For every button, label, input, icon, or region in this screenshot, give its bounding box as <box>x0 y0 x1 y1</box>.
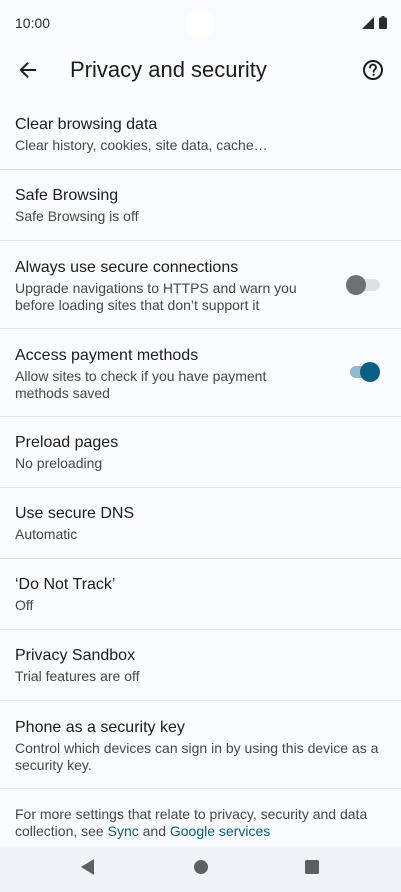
setting-title: ‘Do Not Track’ <box>15 576 116 593</box>
setting-phone-as-security-key[interactable]: Phone as a security key Control which de… <box>0 701 401 789</box>
help-button[interactable] <box>355 54 391 90</box>
nav-back-triangle-icon <box>80 858 96 881</box>
arrow-back-icon <box>18 60 38 85</box>
footer-note: For more settings that relate to privacy… <box>15 806 390 840</box>
setting-access-payment-methods[interactable]: Access payment methods Allow sites to ch… <box>0 329 401 417</box>
setting-preload-pages[interactable]: Preload pages No preloading <box>0 417 401 488</box>
secure-connections-toggle[interactable] <box>346 273 382 297</box>
setting-title: Safe Browsing <box>15 187 119 204</box>
nav-back-button[interactable] <box>77 858 99 880</box>
setting-title: Use secure DNS <box>15 505 135 522</box>
status-time: 10:00 <box>15 15 51 31</box>
status-icons <box>362 16 387 29</box>
setting-clear-browsing-data[interactable]: Clear browsing data Clear history, cooki… <box>0 99 401 170</box>
nav-recents-button[interactable] <box>301 858 323 880</box>
setting-summary: Safe Browsing is off <box>15 208 139 224</box>
toggle-thumb <box>346 275 366 295</box>
app-bar: Privacy and security <box>0 46 401 98</box>
help-circle-icon <box>362 59 384 86</box>
payment-methods-toggle[interactable] <box>346 360 382 384</box>
setting-do-not-track[interactable]: ‘Do Not Track’ Off <box>0 559 401 630</box>
setting-title: Clear browsing data <box>15 116 158 133</box>
setting-summary: Upgrade navigations to HTTPS and warn yo… <box>15 280 297 313</box>
system-nav-bar <box>0 846 401 892</box>
camera-cutout <box>186 10 214 38</box>
nav-home-button[interactable] <box>190 858 212 880</box>
status-bar: 10:00 <box>0 0 401 46</box>
setting-summary: Clear history, cookies, site data, cache… <box>15 137 268 153</box>
setting-always-use-secure-connections[interactable]: Always use secure connections Upgrade na… <box>0 241 401 329</box>
setting-privacy-sandbox[interactable]: Privacy Sandbox Trial features are off <box>0 630 401 701</box>
nav-home-circle-icon <box>193 859 209 880</box>
setting-use-secure-dns[interactable]: Use secure DNS Automatic <box>0 488 401 559</box>
setting-title: Privacy Sandbox <box>15 647 136 664</box>
setting-summary: Allow sites to check if you have payment… <box>15 368 267 401</box>
page-title: Privacy and security <box>70 57 267 82</box>
google-services-link[interactable]: Google services <box>170 823 270 839</box>
setting-summary: Trial features are off <box>15 668 140 684</box>
signal-icon <box>362 17 374 29</box>
footer-text-and: and <box>138 823 170 839</box>
setting-title: Phone as a security key <box>15 719 185 736</box>
setting-summary: Off <box>15 597 34 613</box>
battery-icon <box>379 16 387 29</box>
sync-link[interactable]: Sync <box>108 823 139 839</box>
nav-recents-square-icon <box>304 859 320 880</box>
setting-summary: No preloading <box>15 455 103 471</box>
back-button[interactable] <box>10 54 46 90</box>
toggle-thumb <box>360 362 380 382</box>
setting-title: Always use secure connections <box>15 259 239 276</box>
settings-list: Clear browsing data Clear history, cooki… <box>0 99 401 789</box>
setting-summary: Control which devices can sign in by usi… <box>15 740 379 773</box>
setting-safe-browsing[interactable]: Safe Browsing Safe Browsing is off <box>0 170 401 241</box>
setting-summary: Automatic <box>15 526 78 542</box>
setting-title: Preload pages <box>15 434 119 451</box>
setting-title: Access payment methods <box>15 347 199 364</box>
